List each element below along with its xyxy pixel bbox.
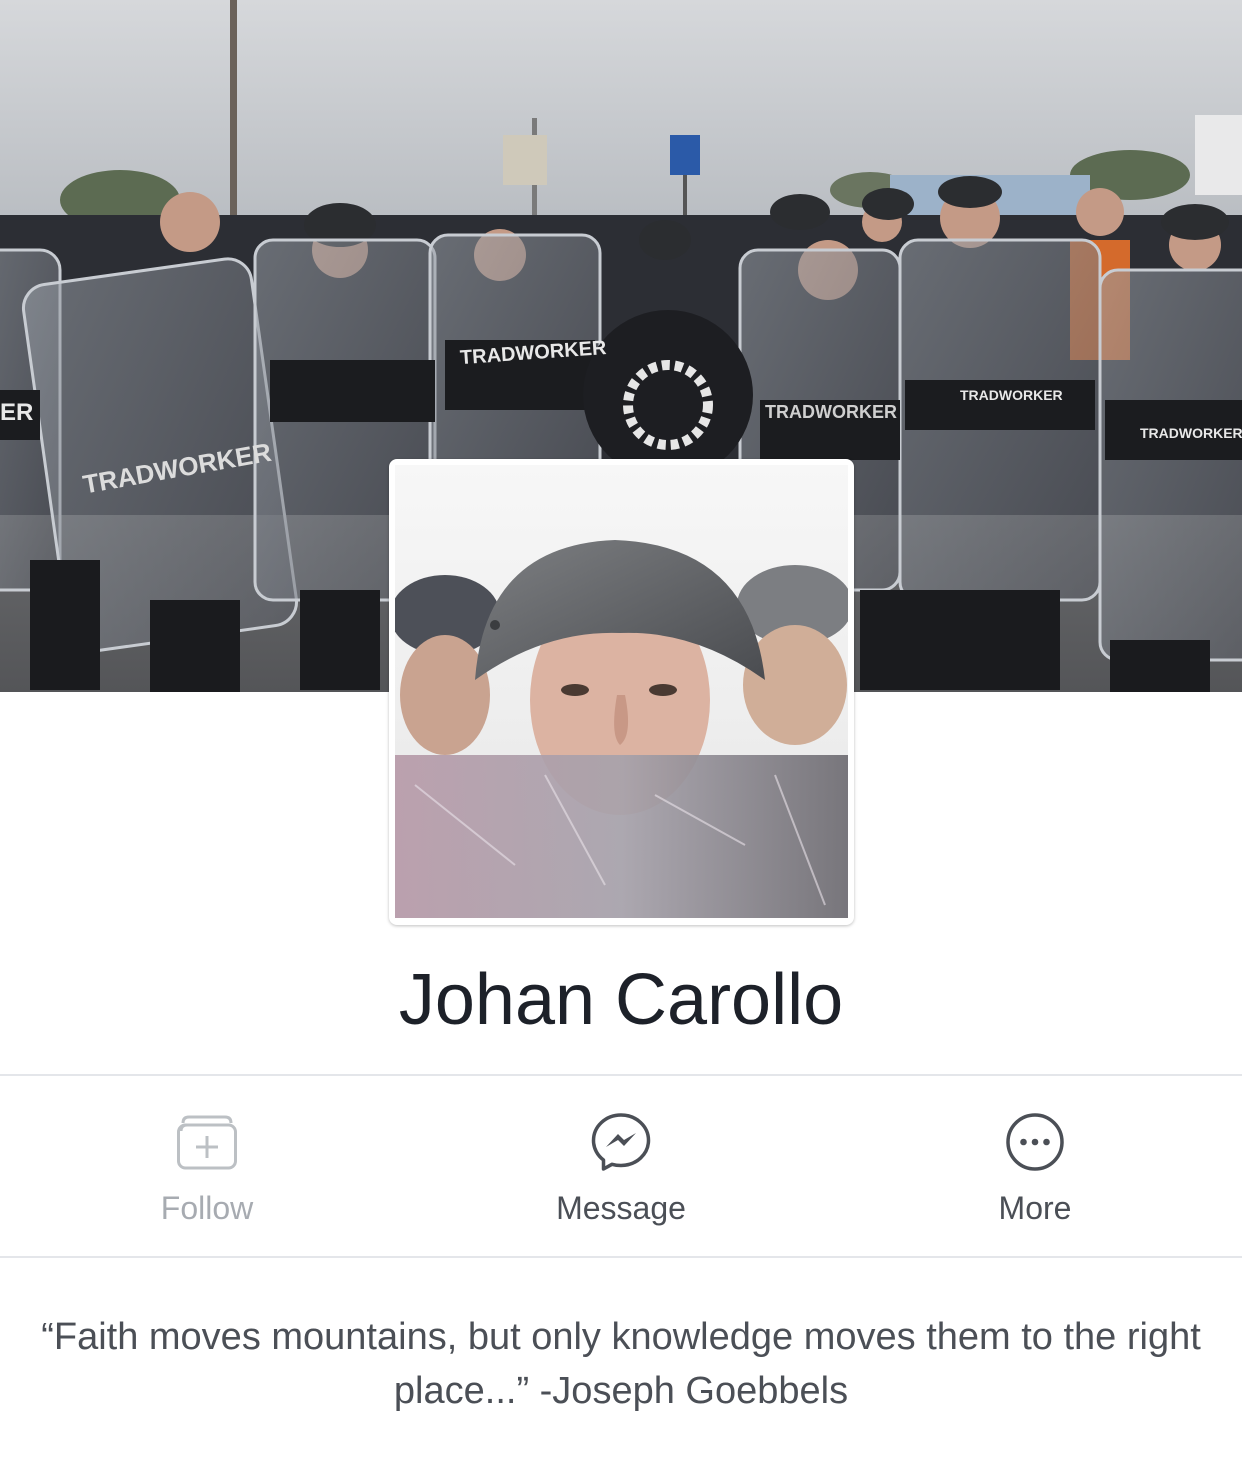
follow-label: Follow [160,1190,254,1226]
follow-icon [177,1112,237,1172]
message-label: Message [556,1190,686,1226]
more-label: More [998,1190,1072,1226]
more-icon [1005,1112,1065,1172]
svg-text:TRADWORKER: TRADWORKER [1140,425,1242,441]
profile-bio: “Faith moves mountains, but only knowled… [41,1316,1201,1412]
divider-top [0,1074,1242,1076]
svg-text:TRADWORKER: TRADWORKER [960,387,1063,403]
profile-name: Johan Carollo [398,960,844,1040]
svg-text:TRADWORKER: TRADWORKER [765,402,897,422]
messenger-icon [591,1112,651,1172]
more-button[interactable]: More [885,1078,1185,1258]
svg-text:ER: ER [0,399,33,426]
profile-page: TRADWORKER TRADWORKER TRADWORKER TRADWOR… [0,0,1242,1462]
avatar [395,465,848,918]
follow-button[interactable]: Follow [57,1078,357,1258]
profile-picture[interactable] [389,459,854,925]
action-bar: Follow Message More [0,1078,1242,1258]
divider-bottom [0,1256,1242,1258]
message-button[interactable]: Message [471,1078,771,1258]
